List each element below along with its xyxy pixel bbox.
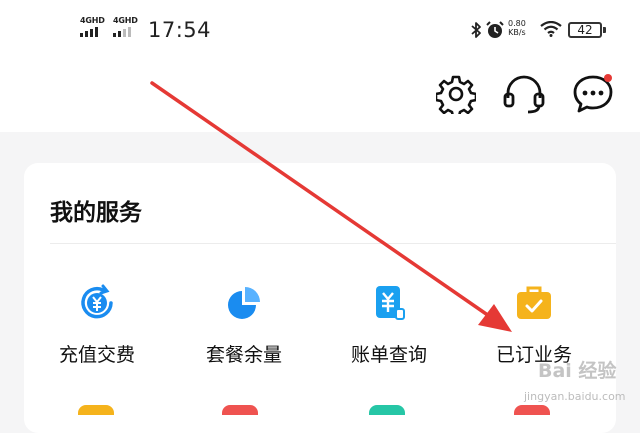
network-speed: 0.80 KB/s	[508, 19, 526, 37]
watermark: Bai 经验 jingyan.baidu.com	[518, 352, 638, 410]
section-title: 我的服务	[50, 200, 142, 226]
signal-bars-icon	[80, 27, 98, 37]
bill-icon	[376, 286, 405, 320]
briefcase-icon	[517, 286, 551, 319]
partial-service-icon	[222, 405, 258, 415]
network-speed-value: 0.80	[508, 19, 526, 28]
partial-service-icon	[369, 405, 405, 415]
network-type-label-2: 4GHD	[113, 16, 138, 25]
service-label: 账单查询	[350, 344, 427, 366]
alarm-icon	[486, 21, 504, 38]
unread-badge	[604, 74, 612, 82]
service-item-bill-query[interactable]: 账单查询	[324, 283, 454, 373]
gear-icon	[434, 75, 478, 119]
service-item-recharge[interactable]: 充值交费	[32, 283, 162, 373]
network-speed-unit: KB/s	[508, 28, 526, 37]
service-item-plan-balance[interactable]: 套餐余量	[179, 283, 309, 373]
status-time: 17:54	[148, 18, 212, 42]
settings-button[interactable]	[434, 74, 478, 119]
service-label: 充值交费	[58, 344, 135, 366]
recharge-icon	[81, 284, 113, 319]
signal-indicator-2: 4GHD	[113, 16, 138, 37]
signal-bars-icon	[113, 27, 131, 37]
status-bar: 4GHD 4GHD 17:54 0.80 KB/s 42	[0, 0, 640, 64]
watermark-text: Bai 经验	[538, 360, 617, 382]
battery-indicator: 42	[568, 22, 606, 38]
partial-service-icon	[78, 405, 114, 415]
watermark-url: jingyan.baidu.com	[524, 390, 626, 403]
pie-chart-icon	[228, 287, 260, 319]
customer-service-button[interactable]	[502, 74, 545, 114]
service-label: 套餐余量	[205, 344, 282, 366]
signal-indicator-1: 4GHD	[80, 16, 105, 37]
network-type-label-1: 4GHD	[80, 16, 105, 25]
wifi-icon	[540, 21, 562, 37]
headset-icon	[503, 75, 545, 114]
bluetooth-icon	[471, 22, 481, 38]
divider	[50, 243, 616, 244]
